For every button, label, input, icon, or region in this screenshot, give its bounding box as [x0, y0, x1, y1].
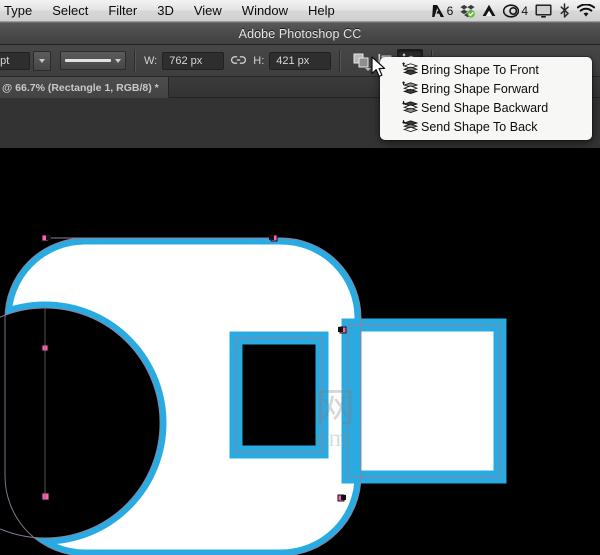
- adobe-a-icon: [432, 4, 445, 18]
- creative-cloud-badge: 4: [521, 4, 528, 18]
- wifi-icon: [577, 4, 595, 18]
- menu-label: Send Shape Backward: [421, 101, 548, 115]
- tray-google-drive[interactable]: [482, 4, 496, 17]
- tray-creative-cloud[interactable]: 4: [503, 4, 528, 18]
- bring-forward-icon: [401, 81, 418, 96]
- right-rectangle-fill: [348, 325, 500, 477]
- menu-bar-tray: 6: [432, 0, 600, 21]
- width-input[interactable]: 762 px: [162, 52, 224, 70]
- chevron-down-icon: [115, 59, 121, 63]
- anchor-point: [341, 495, 346, 500]
- options-divider-2: [339, 50, 341, 72]
- solid-line-preset-icon: [65, 59, 111, 62]
- artwork-canvas: [0, 148, 600, 555]
- bring-to-front-icon: [401, 62, 418, 77]
- menu-label: Send Shape To Back: [421, 120, 538, 134]
- menu-item-send-shape-backward[interactable]: Send Shape Backward: [380, 98, 592, 117]
- tray-bluetooth[interactable]: [559, 3, 570, 18]
- canvas-area[interactable]: 网 om: [0, 148, 600, 555]
- link-chain-icon[interactable]: [231, 52, 246, 70]
- height-label: H:: [253, 55, 264, 67]
- stroke-weight-input[interactable]: 3 pt: [0, 52, 30, 70]
- height-input[interactable]: 421 px: [269, 52, 331, 70]
- adobe-updates-badge: 6: [447, 4, 454, 18]
- stroke-weight-dropdown[interactable]: [33, 51, 51, 71]
- menu-item-bring-shape-forward[interactable]: Bring Shape Forward: [380, 79, 592, 98]
- menu-item-view[interactable]: View: [184, 0, 232, 22]
- anchor-point: [42, 493, 49, 500]
- anchor-point: [46, 235, 51, 240]
- display-icon: [535, 4, 552, 18]
- path-operations-icon: [353, 53, 370, 68]
- tray-display[interactable]: [535, 4, 552, 18]
- app-title-bar: Adobe Photoshop CC: [0, 22, 600, 45]
- menu-item-help[interactable]: Help: [298, 0, 345, 22]
- menu-item-3d[interactable]: 3D: [147, 0, 184, 22]
- width-label: W:: [144, 55, 157, 67]
- bluetooth-icon: [559, 3, 570, 18]
- send-to-back-icon: [401, 119, 418, 134]
- path-operations-button[interactable]: [349, 50, 373, 72]
- tray-wifi[interactable]: [577, 4, 595, 18]
- send-backward-icon: [401, 100, 418, 115]
- menu-item-filter[interactable]: Filter: [98, 0, 147, 22]
- tray-adobe-updates[interactable]: 6: [432, 4, 454, 18]
- menu-item-select[interactable]: Select: [42, 0, 98, 22]
- tray-dropbox[interactable]: [460, 4, 475, 18]
- menu-item-send-shape-to-back[interactable]: Send Shape To Back: [380, 117, 592, 136]
- menu-item-bring-shape-to-front[interactable]: Bring Shape To Front: [380, 60, 592, 79]
- stroke-style-picker[interactable]: [60, 51, 126, 70]
- inner-rectangle-hole: [236, 338, 322, 452]
- dropbox-icon: [460, 4, 475, 18]
- menu-items: Type Select Filter 3D View Window Help: [0, 0, 345, 21]
- menu-item-type[interactable]: Type: [0, 0, 42, 22]
- path-operations-caret-icon: [365, 68, 371, 71]
- anchor-point: [269, 235, 274, 240]
- app-title: Adobe Photoshop CC: [239, 27, 362, 41]
- creative-cloud-icon: [503, 4, 519, 18]
- anchor-point: [338, 327, 343, 332]
- menu-label: Bring Shape Forward: [421, 82, 539, 96]
- options-divider-1: [134, 50, 136, 72]
- menu-label: Bring Shape To Front: [421, 63, 539, 77]
- os-menu-bar: Type Select Filter 3D View Window Help 6: [0, 0, 600, 22]
- photoshop-window: Type Select Filter 3D View Window Help 6: [0, 0, 600, 555]
- menu-item-window[interactable]: Window: [232, 0, 298, 22]
- document-tab[interactable]: @ 66.7% (Rectangle 1, RGB/8) *: [0, 77, 169, 98]
- google-drive-icon: [482, 4, 496, 17]
- path-arrangement-menu: Bring Shape To Front Bring Shape Forward…: [380, 57, 592, 140]
